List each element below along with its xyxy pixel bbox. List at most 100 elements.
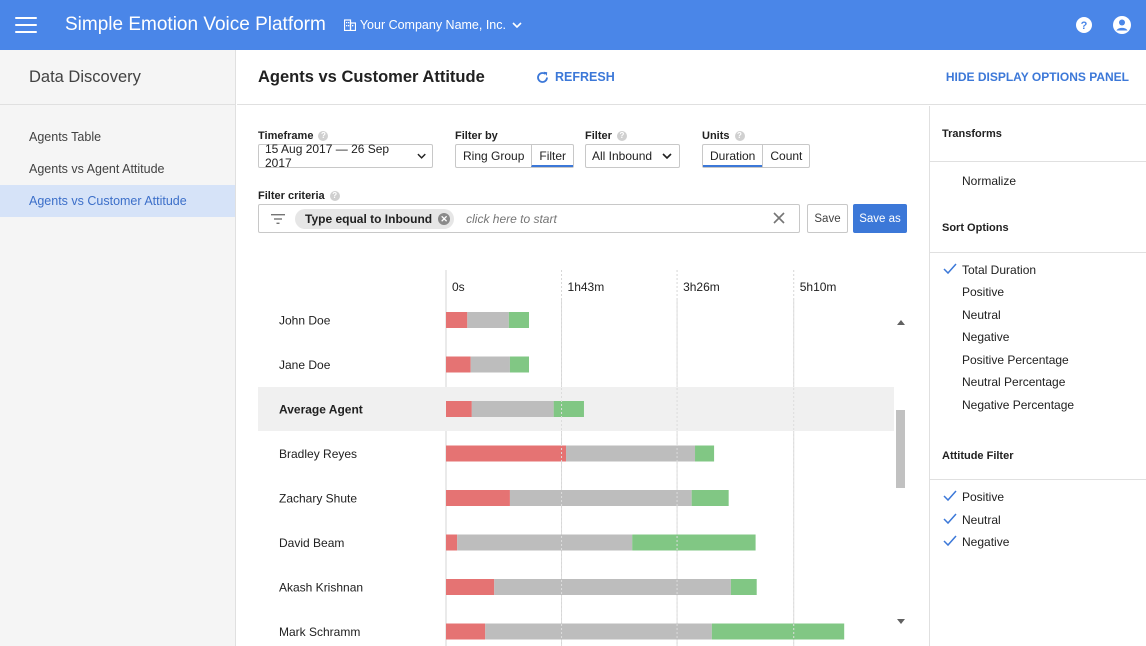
sort-option-total-duration[interactable]: Total Duration xyxy=(930,259,1146,282)
filter-criteria-label-text: Filter criteria xyxy=(258,190,325,202)
bar-negative[interactable] xyxy=(446,579,495,595)
sort-option-negative[interactable]: Negative xyxy=(930,326,1146,349)
sort-option-negative-percentage[interactable]: Negative Percentage xyxy=(930,394,1146,417)
help-icon[interactable]: ? xyxy=(329,191,340,201)
account-icon[interactable] xyxy=(1110,13,1134,37)
row-label: John Doe xyxy=(279,314,331,328)
bar-neutral[interactable] xyxy=(566,445,696,462)
nav-item-agents-vs-agent-attitude[interactable]: Agents vs Agent Attitude xyxy=(0,153,235,185)
help-icon[interactable]: ? xyxy=(734,131,745,141)
nav-item-agents-vs-customer-attitude[interactable]: Agents vs Customer Attitude xyxy=(0,185,235,217)
filter-criteria-label: Filter criteria? xyxy=(258,190,340,202)
bar-negative[interactable] xyxy=(446,623,486,640)
sort-option-label: Positive Percentage xyxy=(962,352,1069,367)
row-label: Mark Schramm xyxy=(279,625,360,639)
save-as-button[interactable]: Save as xyxy=(853,204,907,233)
bar-positive[interactable] xyxy=(691,490,729,506)
x-tick-label: 1h43m xyxy=(568,280,605,294)
bar-neutral[interactable] xyxy=(470,356,510,373)
units-duration[interactable]: Duration xyxy=(703,145,763,167)
chevron-down-icon xyxy=(417,153,426,159)
transforms-list: Normalize xyxy=(930,162,1146,201)
app-title: Simple Emotion Voice Platform xyxy=(65,14,326,35)
save-button[interactable]: Save xyxy=(807,204,848,233)
scroll-thumb[interactable] xyxy=(896,410,905,488)
check-icon xyxy=(943,535,957,547)
attitude-option-neutral[interactable]: Neutral xyxy=(930,509,1146,532)
hide-display-options-button[interactable]: HIDE DISPLAY OPTIONS PANEL xyxy=(946,70,1129,84)
bar-negative[interactable] xyxy=(446,356,471,373)
sort-option-neutral[interactable]: Neutral xyxy=(930,304,1146,327)
sort-option-positive[interactable]: Positive xyxy=(930,281,1146,304)
x-tick-label: 3h26m xyxy=(683,280,720,294)
row-label: Zachary Shute xyxy=(279,492,357,506)
sort-option-label: Neutral xyxy=(962,307,1001,322)
units-count[interactable]: Count xyxy=(762,145,809,167)
sort-options-title: Sort Options xyxy=(930,205,1146,253)
main-header: Agents vs Customer Attitude REFRESH HIDE… xyxy=(237,50,1146,105)
attitude-option-positive[interactable]: Positive xyxy=(930,486,1146,509)
bar-negative[interactable] xyxy=(446,490,510,506)
filter-label-text: Filter xyxy=(585,130,612,142)
check-icon xyxy=(943,513,957,524)
bar-positive[interactable] xyxy=(711,623,845,640)
x-tick-label: 5h10m xyxy=(800,280,837,294)
bar-neutral[interactable] xyxy=(509,490,692,506)
transform-normalize[interactable]: Normalize xyxy=(930,170,1146,193)
menu-icon[interactable] xyxy=(15,17,37,33)
filter-label: Filter? xyxy=(585,130,627,142)
bar-neutral[interactable] xyxy=(494,579,731,595)
chart-scrollbar[interactable] xyxy=(894,314,908,632)
scroll-down-arrow-icon[interactable] xyxy=(897,619,905,624)
filter-select[interactable]: All Inbound xyxy=(585,144,680,168)
bar-positive[interactable] xyxy=(553,401,584,417)
refresh-button[interactable]: REFRESH xyxy=(536,70,615,84)
close-icon[interactable] xyxy=(771,210,787,226)
attitude-filter-list: Positive Neutral Negative xyxy=(930,480,1146,554)
attitude-option-negative[interactable]: Negative xyxy=(930,531,1146,554)
row-label: Average Agent xyxy=(279,403,363,417)
filter-by-toggle: Ring Group Filter xyxy=(455,144,575,168)
nav-list: Agents Table Agents vs Agent Attitude Ag… xyxy=(0,121,235,217)
filter-criteria-field[interactable]: Type equal to Inbound ✕ xyxy=(258,204,800,233)
filter-list-icon xyxy=(271,213,285,224)
bar-positive[interactable] xyxy=(508,312,530,328)
timeframe-select[interactable]: 15 Aug 2017 — 26 Sep 2017 xyxy=(258,142,433,170)
bar-neutral[interactable] xyxy=(471,401,554,417)
bar-neutral[interactable] xyxy=(485,623,712,640)
bar-negative[interactable] xyxy=(446,534,458,551)
attitude-option-label: Positive xyxy=(962,490,1005,504)
bar-neutral[interactable] xyxy=(457,534,633,551)
filter-by-filter[interactable]: Filter xyxy=(531,145,574,167)
attitude-chart: 0s 1h43m 3h26m 5h10m John Doe Jane Doe Average… xyxy=(258,270,894,646)
row-label: Jane Doe xyxy=(279,358,331,372)
bar-positive[interactable] xyxy=(509,356,530,373)
sort-option-neutral-percentage[interactable]: Neutral Percentage xyxy=(930,371,1146,394)
help-icon[interactable]: ? xyxy=(318,131,329,141)
units-label-text: Units xyxy=(702,130,730,142)
bar-negative[interactable] xyxy=(446,312,468,328)
criteria-input[interactable] xyxy=(466,211,767,226)
attitude-filter-title: Attitude Filter xyxy=(930,432,1146,480)
attitude-option-label: Neutral xyxy=(962,512,1001,527)
filter-by-ring-group[interactable]: Ring Group xyxy=(456,145,531,167)
filter-chip[interactable]: Type equal to Inbound ✕ xyxy=(295,208,455,229)
nav-item-agents-table[interactable]: Agents Table xyxy=(0,121,235,153)
chevron-down-icon xyxy=(512,22,522,28)
bar-negative[interactable] xyxy=(446,445,567,462)
sort-option-positive-percentage[interactable]: Positive Percentage xyxy=(930,349,1146,372)
bar-positive[interactable] xyxy=(695,445,715,462)
bar-negative[interactable] xyxy=(446,401,472,417)
help-icon[interactable]: ? xyxy=(1072,13,1096,37)
help-icon[interactable]: ? xyxy=(616,131,627,141)
chip-remove-icon[interactable]: ✕ xyxy=(438,212,451,225)
bar-positive[interactable] xyxy=(730,579,757,595)
filter-chip-label: Type equal to Inbound xyxy=(305,211,433,226)
scroll-up-arrow-icon[interactable] xyxy=(897,320,905,325)
bar-neutral[interactable] xyxy=(467,312,509,328)
company-selector[interactable]: Your Company Name, Inc. xyxy=(343,18,526,32)
transform-label: Normalize xyxy=(962,174,1017,188)
filter-by-label: Filter by xyxy=(455,130,498,142)
bar-positive[interactable] xyxy=(632,534,756,551)
timeframe-value: 15 Aug 2017 — 26 Sep 2017 xyxy=(265,142,390,170)
